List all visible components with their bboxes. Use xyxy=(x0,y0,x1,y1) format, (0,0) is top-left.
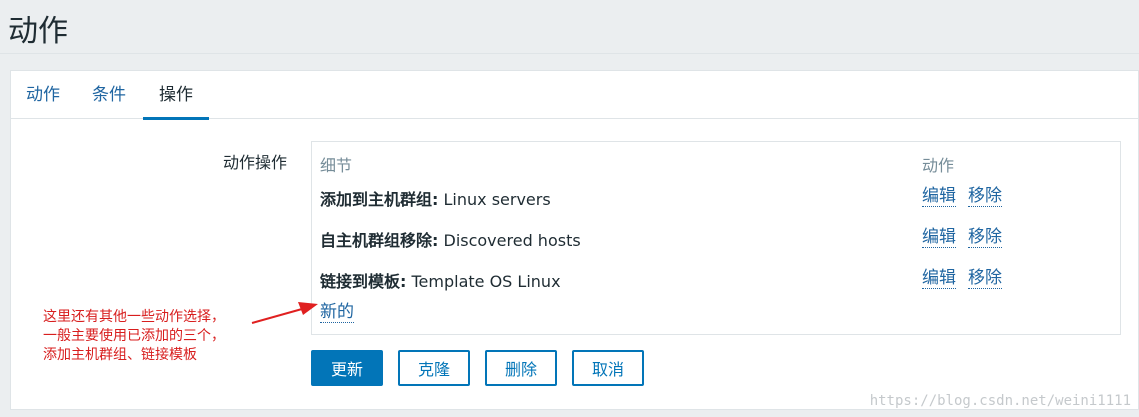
annotation-line-1: 这里还有其他一些动作选择， xyxy=(43,309,225,325)
watermark: https://blog.csdn.net/weini1111 xyxy=(869,393,1131,409)
annotation-arrow-head xyxy=(298,302,318,315)
annotation-line-2: 一般主要使用已添加的三个， xyxy=(43,328,225,344)
annotation-line-3: 添加主机群组、链接模板 xyxy=(43,347,197,363)
annotation-note: 这里还有其他一些动作选择， 一般主要使用已添加的三个， 添加主机群组、链接模板 xyxy=(43,308,258,365)
annotation-arrow-line xyxy=(251,308,303,324)
